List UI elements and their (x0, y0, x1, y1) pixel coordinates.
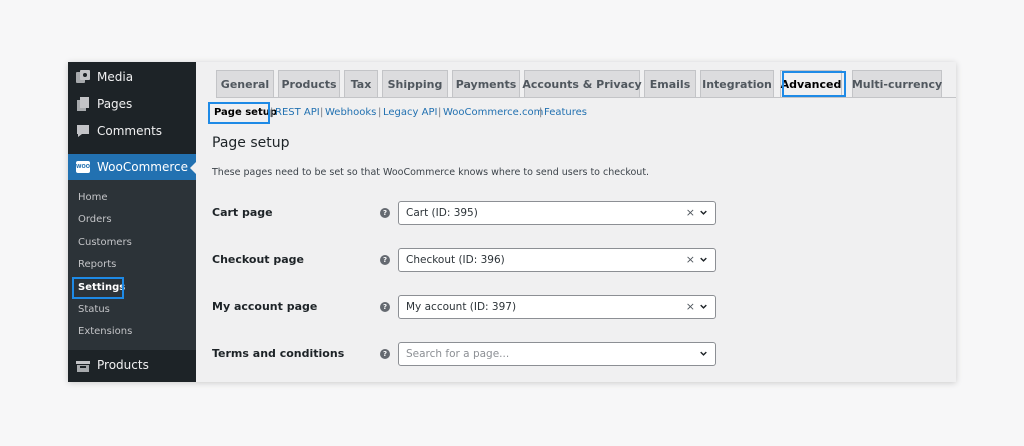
select-placeholder: Search for a page... (406, 348, 510, 360)
tab-payments[interactable]: Payments (452, 70, 520, 98)
tab-general[interactable]: General (216, 70, 274, 98)
sidebar-item-products[interactable]: Products (68, 350, 196, 380)
subsection-separator: | (438, 107, 442, 118)
comments-icon (77, 125, 89, 137)
sidebar-item-label: WooCommerce (97, 160, 188, 174)
advanced-highlight-box (782, 71, 846, 97)
subsection-legacy-api[interactable]: Legacy API (383, 107, 437, 118)
tabs-divider (216, 97, 956, 98)
submenu-item-reports[interactable]: Reports (78, 259, 116, 270)
submenu-item-home[interactable]: Home (78, 192, 108, 203)
tab-products[interactable]: Products (278, 70, 340, 98)
submenu-item-extensions[interactable]: Extensions (78, 326, 132, 337)
select-value: Cart (ID: 395) (406, 207, 478, 219)
checkout-page-label: Checkout page (212, 253, 305, 266)
media-icon (76, 70, 90, 83)
sidebar-item-comments[interactable]: Comments (68, 117, 196, 144)
subsection-separator: | (270, 107, 274, 118)
tab-emails[interactable]: Emails (644, 70, 696, 98)
help-icon[interactable]: ? (380, 349, 390, 359)
page-description: These pages need to be set so that WooCo… (212, 167, 650, 178)
terms-conditions-label: Terms and conditions (212, 347, 345, 360)
subsection-rest-api[interactable]: REST API (275, 107, 320, 118)
chevron-down-icon[interactable] (700, 256, 707, 263)
cart-page-select[interactable]: Cart (ID: 395) × (398, 201, 716, 225)
help-icon[interactable]: ? (380, 208, 390, 218)
help-icon[interactable]: ? (380, 302, 390, 312)
select-value: My account (ID: 397) (406, 301, 517, 313)
tab-shipping[interactable]: Shipping (382, 70, 448, 98)
tab-multi-currency[interactable]: Multi-currency (852, 70, 942, 98)
wp-admin-window: Media Pages Comments WOO WooCommerce Hom… (68, 62, 956, 382)
sidebar-item-pages[interactable]: Pages (68, 90, 196, 117)
pages-icon (77, 97, 89, 111)
sidebar-item-woocommerce[interactable]: WOO WooCommerce (68, 154, 196, 180)
submenu-item-status[interactable]: Status (78, 304, 110, 315)
sidebar-item-label: Products (97, 358, 149, 372)
subsection-separator: | (539, 107, 543, 118)
checkout-page-select[interactable]: Checkout (ID: 396) × (398, 248, 716, 272)
select-value: Checkout (ID: 396) (406, 254, 505, 266)
tab-integration[interactable]: Integration (700, 70, 774, 98)
products-icon (76, 361, 90, 372)
my-account-page-label: My account page (212, 300, 318, 313)
woocommerce-submenu: Home Orders Customers Reports Settings S… (68, 180, 196, 350)
page-setup-highlight-box (208, 102, 270, 124)
sidebar-item-label: Media (97, 69, 134, 84)
terms-conditions-select[interactable]: Search for a page... (398, 342, 716, 366)
subsection-features[interactable]: Features (544, 107, 587, 118)
page-title: Page setup (212, 135, 290, 151)
my-account-page-select[interactable]: My account (ID: 397) × (398, 295, 716, 319)
help-icon[interactable]: ? (380, 255, 390, 265)
subsection-woocommerce-com[interactable]: WooCommerce.com (443, 107, 543, 118)
subsection-webhooks[interactable]: Webhooks (325, 107, 376, 118)
settings-highlight-box (72, 277, 124, 299)
clear-icon[interactable]: × (686, 206, 695, 219)
clear-icon[interactable]: × (686, 300, 695, 313)
woocommerce-logo-icon: WOO (76, 161, 90, 173)
chevron-down-icon[interactable] (700, 350, 707, 357)
cart-page-label: Cart page (212, 206, 273, 219)
admin-sidebar: Media Pages Comments WOO WooCommerce Hom… (68, 62, 196, 382)
main-content: General Products Tax Shipping Payments A… (196, 62, 956, 382)
tab-accounts-privacy[interactable]: Accounts & Privacy (522, 70, 642, 98)
subsection-separator: | (378, 107, 382, 118)
clear-icon[interactable]: × (686, 253, 695, 266)
submenu-item-customers[interactable]: Customers (78, 237, 132, 248)
sidebar-item-media[interactable]: Media (68, 63, 196, 90)
chevron-down-icon[interactable] (700, 209, 707, 216)
submenu-item-orders[interactable]: Orders (78, 214, 112, 225)
subsection-separator: | (320, 107, 324, 118)
sidebar-item-label: Pages (97, 96, 133, 111)
chevron-down-icon[interactable] (700, 303, 707, 310)
tab-tax[interactable]: Tax (344, 70, 378, 98)
sidebar-item-label: Comments (97, 123, 163, 138)
